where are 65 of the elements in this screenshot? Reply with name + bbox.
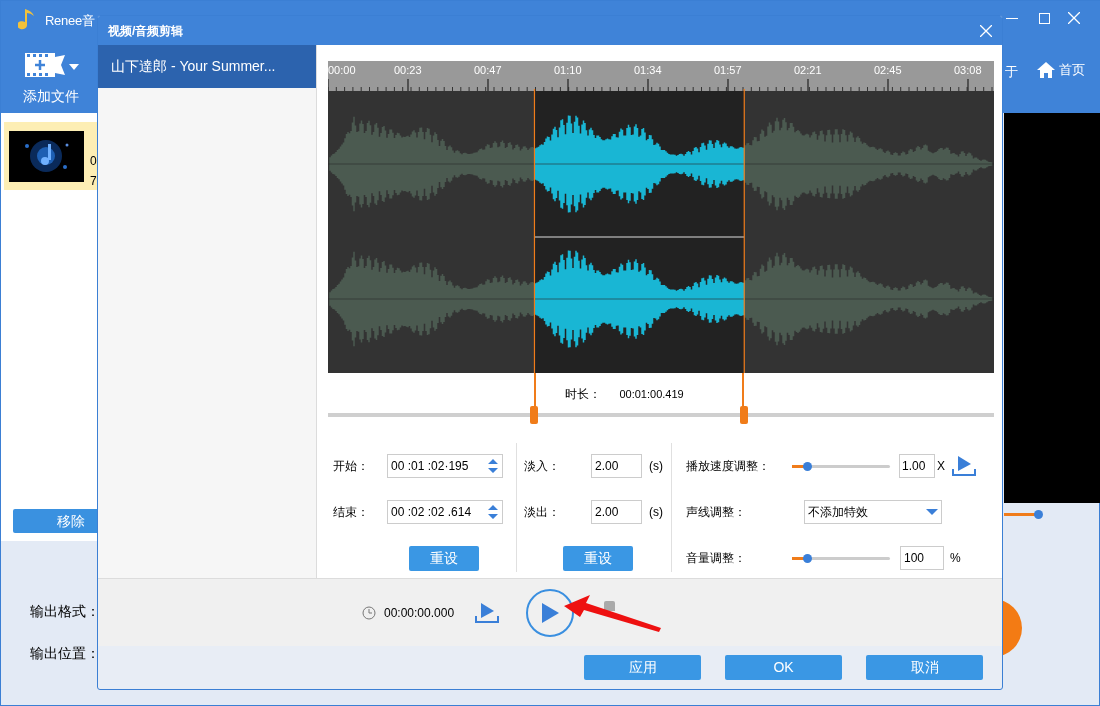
- home-button[interactable]: 首页: [1036, 60, 1085, 80]
- maximize-icon[interactable]: [1039, 13, 1050, 24]
- file-list-item[interactable]: 山下達郎 - Your Summer...: [98, 45, 316, 88]
- output-format-label: 输出格式：: [30, 602, 100, 621]
- spinner-icon[interactable]: [487, 503, 499, 521]
- field-label: 声线调整：: [686, 504, 747, 521]
- ruler-label: 03:08: [954, 64, 982, 76]
- slider-thumb[interactable]: [802, 553, 812, 563]
- input-field[interactable]: 2.00: [591, 500, 642, 524]
- home-icon: [1036, 60, 1056, 79]
- play-preview-icon[interactable]: [474, 601, 501, 624]
- caret-icon: [926, 509, 938, 515]
- trim-handle[interactable]: [530, 406, 539, 424]
- film-add-icon: [23, 51, 79, 79]
- unit-label: (s): [649, 458, 663, 475]
- field-label: 淡出：: [524, 504, 561, 521]
- time-field[interactable]: 00 :01 :02·195: [387, 454, 503, 478]
- dialog-button[interactable]: OK: [725, 655, 842, 680]
- clock-icon: [362, 605, 376, 620]
- ruler-label: 01:10: [554, 64, 582, 76]
- dialog-button[interactable]: 取消: [866, 655, 983, 680]
- ruler-label: 01:57: [714, 64, 742, 76]
- reset-button[interactable]: 重设: [562, 545, 633, 571]
- output-location-label: 输出位置：: [30, 644, 100, 663]
- close-icon[interactable]: [1068, 12, 1080, 24]
- slider-thumb[interactable]: [802, 461, 812, 471]
- duration-label: 时长：: [565, 386, 602, 403]
- close-icon[interactable]: [980, 24, 992, 37]
- time-field[interactable]: 00 :02 :02 .614: [387, 500, 503, 524]
- ruler-label: 00:23: [394, 64, 422, 76]
- input-field[interactable]: 2.00: [591, 454, 642, 478]
- add-file-button[interactable]: 添加文件: [13, 51, 89, 109]
- ruler-label: 02:21: [794, 64, 822, 76]
- input-field[interactable]: 100: [900, 546, 944, 570]
- unit-label: %: [950, 550, 961, 567]
- file-info-text: 7: [90, 174, 97, 188]
- field-label: 淡入：: [524, 458, 561, 475]
- field-label: 开始：: [333, 458, 370, 475]
- playback-time: 00:00:00.000: [384, 604, 455, 622]
- voice-dropdown[interactable]: 不添加特效: [804, 500, 942, 524]
- play-preview-icon[interactable]: [951, 455, 977, 477]
- stop-icon[interactable]: [604, 600, 616, 611]
- slider-thumb[interactable]: [1034, 510, 1043, 519]
- trim-handle[interactable]: [740, 406, 749, 424]
- ruler-label: 01:34: [634, 64, 662, 76]
- reset-button[interactable]: 重设: [409, 545, 479, 571]
- slider-track[interactable]: [792, 464, 890, 468]
- ruler-label: 00:00: [328, 64, 356, 76]
- file-info-text: 0: [90, 154, 97, 168]
- slider-track[interactable]: [792, 556, 890, 560]
- dialog-title: 视频/音频剪辑: [108, 22, 184, 40]
- field-label: 音量调整：: [686, 550, 747, 567]
- unit-label: (s): [649, 504, 663, 521]
- unit-label: X: [937, 458, 945, 475]
- ruler-label: 02:45: [874, 64, 902, 76]
- ruler-label: 00:47: [474, 64, 502, 76]
- app-title: Renee音: [45, 12, 95, 30]
- play-icon: [540, 601, 561, 624]
- dialog-button[interactable]: 应用: [584, 655, 701, 680]
- field-label: 结束：: [333, 504, 370, 521]
- toolbar-link[interactable]: 于: [1005, 62, 1018, 82]
- input-field[interactable]: 1.00: [899, 454, 935, 478]
- duration-value: 00:01:00.419: [619, 387, 684, 402]
- field-label: 播放速度调整：: [686, 458, 771, 475]
- spinner-icon[interactable]: [487, 457, 499, 475]
